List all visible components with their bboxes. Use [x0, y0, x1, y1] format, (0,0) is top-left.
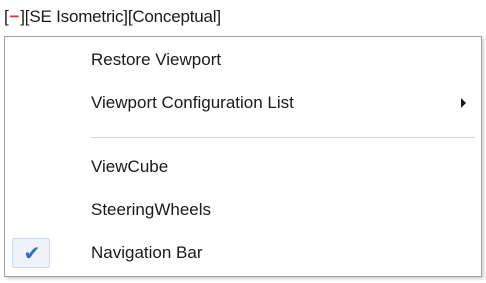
menu-item-label: Restore Viewport [91, 50, 222, 69]
menu-separator [91, 137, 475, 138]
visual-style-controls-menu[interactable]: [Conceptual] [128, 7, 221, 27]
menu-item-check-area [6, 40, 58, 80]
menu-item-check-area [6, 83, 58, 123]
viewport-label: [ − ] [SE Isometric] [Conceptual] [4, 4, 221, 30]
menu-item-label: SteeringWheels [91, 200, 212, 219]
menu-item-navigation-bar[interactable]: ✔ Navigation Bar [6, 233, 480, 273]
menu-item-check-area [6, 190, 58, 230]
menu-item-check-area: ✔ [6, 233, 58, 273]
menu-item-viewport-configuration-list[interactable]: Viewport Configuration List [6, 83, 480, 123]
checkmark-icon: ✔ [23, 242, 41, 265]
viewport-controls-menu[interactable]: − [9, 7, 21, 27]
submenu-arrow-icon [461, 98, 466, 108]
menu-item-label: Viewport Configuration List [91, 93, 294, 112]
menu-item-check-area [6, 147, 58, 187]
menu-item-label: ViewCube [91, 157, 169, 176]
viewport-controls-context-menu: Restore Viewport Viewport Configuration … [4, 36, 482, 277]
view-controls-menu[interactable]: [SE Isometric] [25, 7, 128, 27]
menu-item-steeringwheels[interactable]: SteeringWheels [6, 190, 480, 230]
menu-item-restore-viewport[interactable]: Restore Viewport [6, 40, 480, 80]
menu-item-viewcube[interactable]: ViewCube [6, 147, 480, 187]
menu-item-label: Navigation Bar [91, 243, 203, 262]
